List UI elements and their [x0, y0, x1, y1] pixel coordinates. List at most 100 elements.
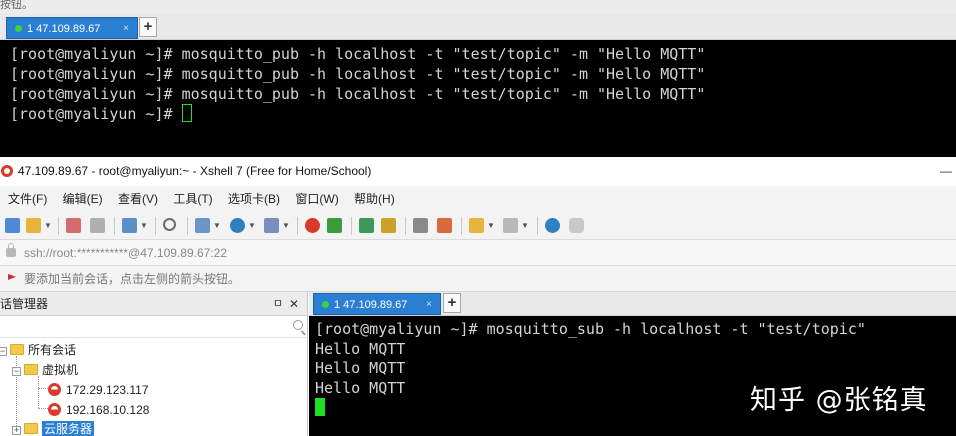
chat-icon[interactable]	[569, 218, 584, 233]
tree-connector	[38, 388, 48, 389]
tree-item-label: 虚拟机	[42, 363, 79, 377]
window-title: 47.109.89.67 - root@myaliyun:~ - Xshell …	[18, 164, 372, 178]
tree-item-label: 192.168.10.128	[66, 403, 150, 417]
session-search-input[interactable]	[0, 316, 307, 338]
menu-help[interactable]: 帮助(H)	[354, 186, 395, 212]
connected-status-icon	[322, 300, 329, 308]
tree-item-label: 所有会话	[28, 343, 77, 357]
session-icon	[48, 383, 61, 396]
expand-icon[interactable]: +	[12, 426, 21, 435]
layout-icon[interactable]	[503, 218, 518, 233]
pin-icon[interactable]: ㅁ	[273, 292, 283, 316]
menu-edit[interactable]: 编辑(E)	[63, 186, 103, 212]
top-window-remnant-text: 按钮。	[0, 0, 956, 14]
top-tab-close-icon[interactable]: ×	[123, 18, 129, 40]
toolbar-divider	[351, 217, 352, 235]
search-icon[interactable]	[293, 320, 303, 330]
collapse-icon[interactable]: −	[12, 367, 21, 376]
chevron-down-icon[interactable]: ▼	[487, 221, 495, 230]
compose-icon[interactable]	[469, 218, 484, 233]
session-icon	[48, 403, 61, 416]
folder-icon	[24, 364, 38, 375]
top-session-tab[interactable]: 1 47.109.89.67 ×	[6, 17, 138, 39]
menu-tools[interactable]: 工具(T)	[173, 186, 212, 212]
new-session-icon[interactable]	[5, 218, 20, 233]
chevron-down-icon[interactable]: ▼	[213, 221, 221, 230]
main-tab-bar: 1 47.109.89.67 × +	[309, 292, 956, 316]
tree-item-cloud-folder[interactable]: + 云服务器	[12, 419, 95, 436]
terminal-cursor-icon	[315, 398, 325, 416]
search-icon[interactable]	[163, 218, 176, 231]
tree-item-session[interactable]: 172.29.123.117	[48, 380, 149, 400]
collapse-icon[interactable]: −	[0, 347, 7, 356]
toolbar-divider	[155, 217, 156, 235]
menu-tabs[interactable]: 选项卡(B)	[228, 186, 280, 212]
main-new-tab-button[interactable]: +	[443, 293, 461, 313]
help-icon[interactable]	[545, 218, 560, 233]
toolbar: ▼ ▼ ▼ ▼ ▼ ▼ ▼	[0, 212, 956, 240]
xftp-icon[interactable]	[327, 218, 342, 233]
tree-item-label: 172.29.123.117	[66, 383, 149, 397]
menu-view[interactable]: 查看(V)	[118, 186, 158, 212]
main-tab-close-icon[interactable]: ×	[426, 294, 432, 316]
lock-icon	[6, 243, 16, 257]
toolbar-divider	[187, 217, 188, 235]
menu-bar: 文件(F) 编辑(E) 查看(V) 工具(T) 选项卡(B) 窗口(W) 帮助(…	[0, 186, 956, 212]
xshell-app-icon	[1, 165, 13, 177]
tree-item-vm-folder[interactable]: − 虚拟机	[12, 360, 78, 380]
terminal-line: Hello MQTT	[315, 359, 406, 377]
tree-item-label: 云服务器	[42, 421, 95, 436]
font-icon[interactable]	[264, 218, 279, 233]
address-bar[interactable]: ssh://root:***********@47.109.89.67:22	[0, 240, 956, 266]
toolbar-divider	[114, 217, 115, 235]
top-tab-bar: 1 47.109.89.67 × +	[0, 14, 956, 40]
top-session-tab-label: 1 47.109.89.67	[27, 23, 101, 35]
reconnect-icon[interactable]	[90, 218, 105, 233]
close-panel-button[interactable]: ✕	[289, 292, 299, 316]
watermark: 知乎 @张铭真	[750, 385, 928, 416]
terminal-prompt: [root@myaliyun ~]#	[10, 105, 182, 123]
folder-icon	[10, 344, 24, 355]
top-terminal[interactable]: [root@myaliyun ~]# mosquitto_pub -h loca…	[0, 40, 956, 157]
transfer-icon[interactable]	[195, 218, 210, 233]
keyboard-icon[interactable]	[413, 218, 428, 233]
hint-bar: 要添加当前会话，点击左侧的箭头按钮。	[0, 266, 956, 292]
session-manager-header: 会话管理器 ㅁ ✕	[0, 292, 307, 316]
highlight-icon[interactable]	[437, 218, 452, 233]
xshell-icon[interactable]	[305, 218, 320, 233]
disconnect-icon[interactable]	[66, 218, 81, 233]
tree-item-all-sessions[interactable]: − 所有会话	[0, 340, 76, 360]
connected-status-icon	[15, 24, 22, 32]
tree-item-session[interactable]: 192.168.10.128	[48, 400, 149, 420]
folder-icon	[24, 423, 38, 434]
terminal-line: [root@myaliyun ~]# mosquitto_pub -h loca…	[10, 85, 706, 103]
toolbar-divider	[461, 217, 462, 235]
terminal-prompt-line: [root@myaliyun ~]#	[10, 104, 956, 124]
chevron-down-icon[interactable]: ▼	[248, 221, 256, 230]
globe-icon[interactable]	[230, 218, 245, 233]
chevron-down-icon[interactable]: ▼	[282, 221, 290, 230]
main-session-tab[interactable]: 1 47.109.89.67 ×	[313, 293, 441, 315]
fullscreen-icon[interactable]	[359, 218, 374, 233]
chevron-down-icon[interactable]: ▼	[140, 221, 148, 230]
lock-icon[interactable]	[381, 218, 396, 233]
open-folder-icon[interactable]	[26, 218, 41, 233]
terminal-line: [root@myaliyun ~]# mosquitto_sub -h loca…	[315, 320, 866, 338]
menu-window[interactable]: 窗口(W)	[295, 186, 338, 212]
tree-connector	[38, 408, 48, 409]
terminal-line: Hello MQTT	[315, 339, 406, 358]
address-text: ssh://root:***********@47.109.89.67:22	[24, 246, 227, 260]
main-terminal[interactable]: [root@myaliyun ~]# mosquitto_sub -h loca…	[309, 316, 956, 436]
session-manager-title: 会话管理器	[0, 297, 49, 311]
top-new-tab-button[interactable]: +	[139, 17, 157, 37]
chevron-down-icon[interactable]: ▼	[521, 221, 529, 230]
session-manager-panel: 会话管理器 ㅁ ✕ − 所有会话 − 虚拟机 172.29.123.117 192.…	[0, 292, 308, 436]
terminal-line: [root@myaliyun ~]# mosquitto_pub -h loca…	[10, 45, 706, 63]
hint-text: 要添加当前会话，点击左侧的箭头按钮。	[24, 272, 241, 286]
menu-file[interactable]: 文件(F)	[8, 186, 47, 212]
chevron-down-icon[interactable]: ▼	[44, 221, 52, 230]
flag-icon	[8, 274, 16, 285]
minimize-button[interactable]: —	[940, 158, 952, 184]
toolbar-divider	[297, 217, 298, 235]
properties-icon[interactable]	[122, 218, 137, 233]
